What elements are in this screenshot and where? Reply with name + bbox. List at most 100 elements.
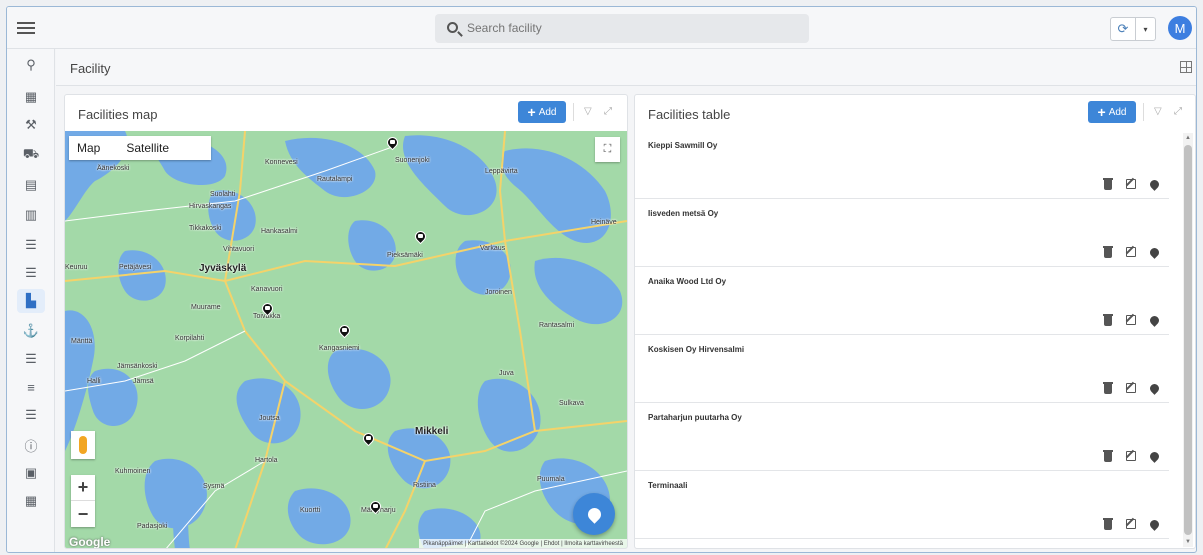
town-label: Kangasniemi <box>319 345 360 352</box>
location-marker-icon[interactable] <box>1148 314 1161 327</box>
bar-chart-icon[interactable]: ▥ <box>17 203 45 227</box>
chevron-down-icon[interactable]: ▾ <box>1136 18 1155 40</box>
trash-icon[interactable] <box>1103 450 1113 462</box>
town-label: Suonenjoki <box>395 157 430 164</box>
edit-icon[interactable] <box>1126 383 1136 393</box>
top-bar: ⟳ ▾ M <box>7 7 1196 49</box>
hamburger-menu-icon[interactable] <box>17 19 35 37</box>
layout-grid-icon[interactable] <box>1180 61 1192 73</box>
edit-icon[interactable] <box>1126 179 1136 189</box>
facility-marker[interactable] <box>360 430 377 449</box>
table-row[interactable]: Iisveden metsä Oy <box>635 199 1169 267</box>
zoom-out-button[interactable]: − <box>71 501 95 527</box>
location-marker-icon[interactable] <box>1148 518 1161 531</box>
list-icon-4[interactable]: ☰ <box>17 403 45 427</box>
list-icon-3[interactable]: ☰ <box>17 347 45 371</box>
facility-name: Koskisen Oy Hirvensalmi <box>648 345 745 354</box>
location-pin-icon <box>584 504 604 524</box>
list-icon-2[interactable]: ☰ <box>17 261 45 285</box>
town-label: Vihtavuori <box>223 246 255 253</box>
edit-icon[interactable] <box>1126 519 1136 529</box>
refresh-icon[interactable]: ⟳ <box>1111 18 1136 40</box>
town-label: Suolahti <box>210 191 236 198</box>
table-add-button[interactable]: + Add <box>1088 101 1136 123</box>
trash-icon[interactable] <box>1103 246 1113 258</box>
map-type-map[interactable]: Map <box>69 136 108 160</box>
map-add-button[interactable]: + Add <box>518 101 566 123</box>
town-label: Äänekoski <box>97 165 130 172</box>
facility-name: Terminaali <box>648 481 688 490</box>
table-row[interactable]: Partaharjun puutarha Oy <box>635 403 1169 471</box>
scroll-down-icon[interactable]: ▼ <box>1185 539 1191 545</box>
town-label: Padasjoki <box>137 523 168 530</box>
truck-icon[interactable]: ⛟ <box>17 143 45 167</box>
factory-icon[interactable]: ▙ <box>17 289 45 313</box>
table-row[interactable]: Kieppi Sawmill Oy <box>635 131 1169 199</box>
facility-marker[interactable] <box>336 322 353 341</box>
filter-icon[interactable]: ▽ <box>584 106 592 117</box>
map-view[interactable]: Konnevesi Suonenjoki Äänekoski Rautalampi Su… <box>65 131 627 548</box>
expand-icon[interactable]: ⤢ <box>1174 106 1182 117</box>
avatar[interactable]: M <box>1168 16 1192 40</box>
filter-icon[interactable]: ▽ <box>1154 106 1162 117</box>
table-icon[interactable]: ▦ <box>17 85 45 109</box>
map-type-satellite[interactable]: Satellite <box>108 136 177 160</box>
scroll-up-icon[interactable]: ▲ <box>1185 135 1191 141</box>
town-label: Hankasalmi <box>261 228 298 235</box>
map-attribution[interactable]: Pikanäppäimet | Karttatiedot ©2024 Googl… <box>419 539 627 548</box>
trash-icon[interactable] <box>1103 518 1113 530</box>
feedback-icon[interactable]: ▣ <box>17 461 45 485</box>
sliders-icon[interactable]: ≡ <box>17 375 45 399</box>
town-label: Kuortti <box>300 507 321 514</box>
town-label: Pieksämäki <box>387 252 423 259</box>
town-label: Halli <box>87 378 101 385</box>
facility-marker[interactable] <box>384 134 401 153</box>
facility-marker[interactable] <box>412 228 429 247</box>
location-marker-icon[interactable] <box>1148 246 1161 259</box>
trash-icon[interactable] <box>1103 314 1113 326</box>
fullscreen-icon[interactable]: ⛶ <box>595 137 620 162</box>
trash-icon[interactable] <box>1103 382 1113 394</box>
facility-marker[interactable] <box>259 300 276 319</box>
page-title: Facility <box>70 61 111 76</box>
location-pin-icon[interactable]: ⚲ <box>17 53 45 77</box>
search-box[interactable] <box>435 14 809 43</box>
facility-name: Iisveden metsä Oy <box>648 209 719 218</box>
divider <box>1143 103 1144 121</box>
search-icon <box>447 22 458 33</box>
edit-icon[interactable] <box>1126 315 1136 325</box>
town-label: Varkaus <box>480 245 506 252</box>
search-input[interactable] <box>467 19 787 37</box>
town-label: Tikkakoski <box>189 225 222 232</box>
location-marker-icon[interactable] <box>1148 382 1161 395</box>
table-panel-title: Facilities table <box>648 107 731 122</box>
list-icon[interactable]: ☰ <box>17 233 45 257</box>
table-row[interactable]: Anaika Wood Ltd Oy <box>635 267 1169 335</box>
town-label: Hirvaskangas <box>189 203 232 210</box>
wrench-icon[interactable]: ⚒ <box>17 113 45 137</box>
table-row[interactable]: Terminaali <box>635 471 1169 539</box>
location-marker-icon[interactable] <box>1148 450 1161 463</box>
location-marker-icon[interactable] <box>1148 178 1161 191</box>
form-icon[interactable]: ▤ <box>17 173 45 197</box>
row-actions <box>1103 518 1161 531</box>
town-label: Heinäve <box>591 219 617 226</box>
add-location-fab[interactable] <box>573 493 615 535</box>
town-label: Hartola <box>255 457 278 464</box>
table-row[interactable]: Koskisen Oy Hirvensalmi <box>635 335 1169 403</box>
expand-icon[interactable]: ⤢ <box>604 106 612 117</box>
street-view-pegman-icon[interactable] <box>71 431 95 459</box>
apps-grid-icon[interactable]: ▦ <box>17 489 45 513</box>
scrollbar-thumb[interactable] <box>1184 145 1192 535</box>
zoom-in-button[interactable]: + <box>71 475 95 501</box>
town-label: Sysmä <box>203 483 225 490</box>
anchor-icon[interactable]: ⚓ <box>17 319 45 343</box>
table-panel-header: Facilities table + Add ▽ ⤢ <box>635 95 1195 131</box>
zoom-control: + − <box>71 475 95 527</box>
scrollbar[interactable]: ▲ ▼ <box>1183 133 1193 547</box>
facility-marker[interactable] <box>367 498 384 517</box>
trash-icon[interactable] <box>1103 178 1113 190</box>
edit-icon[interactable] <box>1126 451 1136 461</box>
edit-icon[interactable] <box>1126 247 1136 257</box>
info-icon[interactable]: ⓘ <box>17 433 45 457</box>
